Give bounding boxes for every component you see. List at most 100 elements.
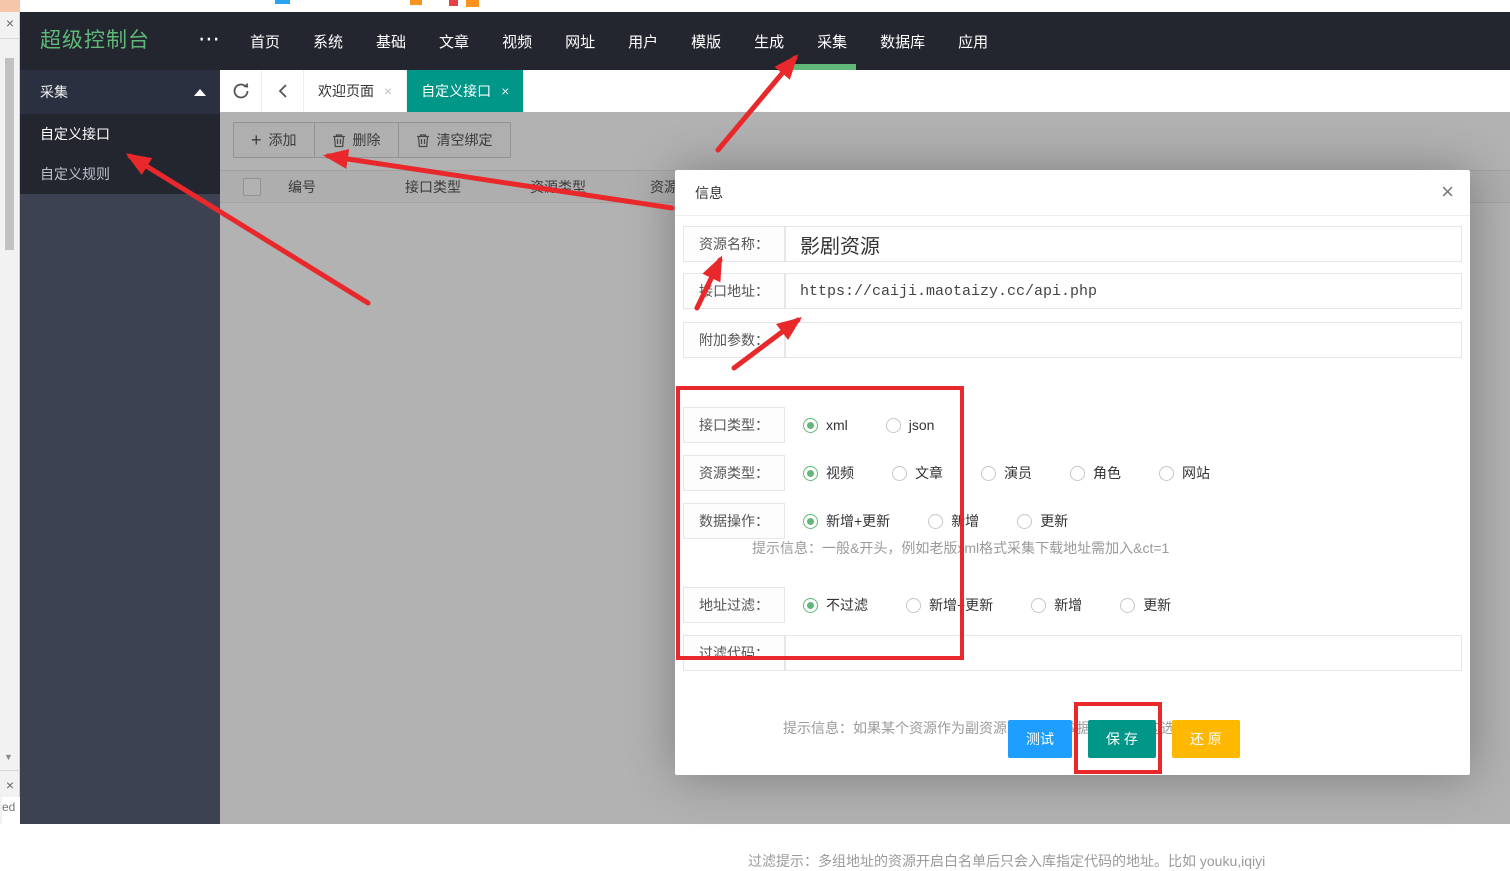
radio-icon[interactable] [1070,466,1085,481]
tab-label: 自定义接口 [421,81,491,101]
top-nav: 首页 系统 基础 文章 视频 网址 用户 模版 生成 采集 数据库 应用 [250,12,988,70]
api-url-label: 接口地址： [683,273,785,309]
chevron-left-icon [275,82,291,100]
radio-option-label: json [909,417,935,433]
divider [0,770,20,771]
radio-option[interactable]: xml [803,417,848,433]
nav-item[interactable]: 生成 [754,31,784,52]
close-icon[interactable]: × [3,778,17,792]
radio-icon[interactable] [1017,514,1032,529]
radio-icon[interactable] [906,598,921,613]
sidebar-item[interactable]: 自定义接口 [20,114,220,154]
favicon-fragment [449,0,458,6]
scrollbar-thumb[interactable] [5,58,14,250]
modal-button[interactable]: 还 原 [1172,720,1240,758]
modal-button[interactable]: 保 存 [1088,720,1156,758]
radio-option[interactable]: 新增 [1031,595,1082,615]
radio-icon[interactable] [1031,598,1046,613]
resource-name-input[interactable] [785,226,1462,262]
sidebar-item[interactable]: 自定义规则 [20,154,220,194]
tab[interactable]: 自定义接口 × [407,70,524,112]
radio-icon[interactable] [886,418,901,433]
nav-item[interactable]: 应用 [958,31,988,52]
refresh-icon [231,81,251,101]
sidebar-items: 自定义接口自定义规则 [20,114,220,194]
radio-selected-icon[interactable] [803,418,818,433]
nav-item[interactable]: 采集 [817,31,847,52]
radio-option[interactable]: 新增 [928,511,979,531]
favicon-fragment [275,0,290,4]
sidebar-group-caiji[interactable]: 采集 [20,70,220,114]
nav-item[interactable]: 数据库 [880,31,925,52]
radio-row-data-operation: 数据操作： 新增+更新新增更新 [683,503,1462,539]
close-icon[interactable]: × [3,16,17,30]
refresh-button[interactable] [220,70,262,112]
extra-params-input[interactable] [785,322,1462,358]
radio-selected-icon[interactable] [803,466,818,481]
resource-name-label: 资源名称： [683,226,785,262]
extra-params-label: 附加参数： [683,322,785,358]
radio-selected-icon[interactable] [803,598,818,613]
radio-icon[interactable] [981,466,996,481]
radio-option[interactable]: 文章 [892,463,943,483]
modal-button[interactable]: 测试 [1008,720,1072,758]
radio-option-label: 演员 [1004,463,1032,483]
background-window-strip: × ▼ × ed [0,0,20,824]
nav-item[interactable]: 首页 [250,31,280,52]
radio-option[interactable]: 网站 [1159,463,1210,483]
tab-scroll-left-button[interactable] [262,70,304,112]
filter-code-hint: 过滤提示：多组地址的资源开启白名单后只会入库指定代码的地址。比如 youku,i… [748,851,1265,871]
radio-icon[interactable] [1120,598,1135,613]
radio-option-label: 新增+更新 [929,595,993,615]
radio-option-label: 网站 [1182,463,1210,483]
scroll-down-icon[interactable]: ▼ [4,752,13,762]
field-row-filter-code: 过滤代码： [683,635,1462,671]
radio-option[interactable]: 新增+更新 [803,511,890,531]
modal-footer: 测试保 存还 原 [1008,720,1240,758]
more-icon[interactable]: ⋯ [198,12,222,66]
tab-label: 欢迎页面 [318,81,374,101]
nav-item[interactable]: 基础 [376,31,406,52]
address-filter-options: 不过滤 新增+更新 新增 更新 [803,587,1171,623]
radio-row-interface-type: 接口类型： xmljson [683,407,1462,443]
nav-item[interactable]: 文章 [439,31,469,52]
radio-option-label: 更新 [1143,595,1171,615]
radio-option-label: xml [826,417,848,433]
radio-selected-icon[interactable] [803,514,818,529]
radio-icon[interactable] [928,514,943,529]
close-icon[interactable]: × [1441,180,1454,204]
radio-option[interactable]: json [886,417,935,433]
radio-option[interactable]: 更新 [1120,595,1171,615]
radio-row-resource-type: 资源类型： 视频 文章 演员 角色 网站 [683,455,1462,491]
filter-code-input[interactable] [785,635,1462,671]
data-operation-options: 新增+更新 新增 更新 [803,503,1068,539]
tab-close-icon[interactable]: × [384,83,392,99]
sidebar-group-title: 采集 [40,84,68,100]
radio-option[interactable]: 演员 [981,463,1032,483]
radio-icon[interactable] [1159,466,1174,481]
api-url-input[interactable] [785,273,1462,309]
nav-item[interactable]: 模版 [691,31,721,52]
background-graphic [0,0,20,12]
field-row-resource-name: 资源名称： [683,226,1462,262]
tab-close-icon[interactable]: × [501,83,509,99]
nav-item[interactable]: 视频 [502,31,532,52]
radio-row-address-filter: 地址过滤： 不过滤新增+更新新增更新 [683,587,1462,623]
radio-option[interactable]: 不过滤 [803,595,868,615]
nav-item[interactable]: 用户 [628,31,658,52]
modal-header: 信息 × [675,170,1470,216]
radio-option[interactable]: 角色 [1070,463,1121,483]
radio-option[interactable]: 视频 [803,463,854,483]
nav-item[interactable]: 网址 [565,31,595,52]
radio-option[interactable]: 更新 [1017,511,1068,531]
resource-type-label: 资源类型： [683,455,785,491]
field-row-api-url: 接口地址： [683,273,1462,309]
radio-option[interactable]: 新增+更新 [906,595,993,615]
radio-icon[interactable] [892,466,907,481]
tab[interactable]: 欢迎页面 × [304,70,407,112]
app-title: 超级控制台 [40,12,150,70]
resource-type-options: 视频 文章 演员 角色 网站 [803,455,1210,491]
nav-item[interactable]: 系统 [313,31,343,52]
interface-type-options: xml json [803,407,934,443]
radio-option-label: 更新 [1040,511,1068,531]
